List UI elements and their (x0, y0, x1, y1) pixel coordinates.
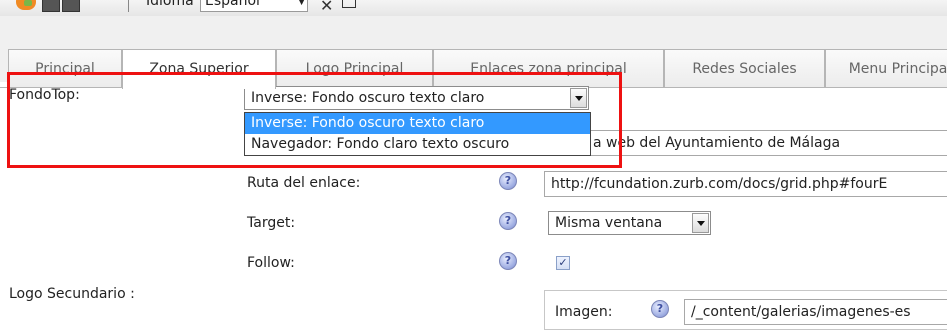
toolbar-divider (128, 0, 129, 12)
save-icon[interactable] (42, 0, 60, 12)
chevron-down-icon[interactable] (692, 213, 709, 233)
language-label: Idioma (146, 0, 194, 9)
chevron-down-icon: ▼ (298, 0, 305, 7)
imagen-path-value: /_content/galerias/imagenes-es (691, 304, 911, 320)
target-select-value: Misma ventana (555, 215, 663, 231)
ruta-enlace-label: Ruta del enlace: (247, 175, 361, 191)
save-all-icon[interactable] (62, 0, 80, 12)
target-select[interactable]: Misma ventana (548, 211, 711, 235)
top-toolbar: Idioma Español ▼ ✕ (0, 0, 947, 17)
follow-checkbox[interactable]: ✓ (556, 256, 570, 270)
tab-menu-principal[interactable]: Menu Principal (825, 49, 947, 87)
link-title-value: a web del Ayuntamiento de Málaga (593, 135, 841, 151)
target-label: Target: (247, 215, 296, 231)
help-icon[interactable]: ? (499, 252, 517, 270)
highlight-box (7, 72, 622, 168)
logo-secundario-label: Logo Secundario : (9, 286, 135, 302)
help-icon[interactable]: ? (499, 172, 517, 190)
window-icon[interactable] (342, 0, 356, 8)
language-select[interactable]: Español ▼ (200, 0, 308, 12)
ruta-enlace-value: http://fcundation.zurb.com/docs/grid.php… (551, 176, 888, 192)
help-icon[interactable]: ? (499, 212, 517, 230)
follow-label: Follow: (247, 255, 295, 271)
language-select-value: Español (205, 0, 260, 9)
tools-icon[interactable]: ✕ (320, 0, 333, 15)
rss-feed-icon[interactable] (16, 0, 36, 10)
ruta-enlace-input[interactable]: http://fcundation.zurb.com/docs/grid.php… (544, 171, 947, 197)
help-icon[interactable]: ? (651, 300, 669, 318)
tab-redes-sociales[interactable]: Redes Sociales (664, 49, 825, 87)
imagen-label: Imagen: (555, 304, 613, 320)
imagen-path-input[interactable]: /_content/galerias/imagenes-es (684, 299, 947, 325)
